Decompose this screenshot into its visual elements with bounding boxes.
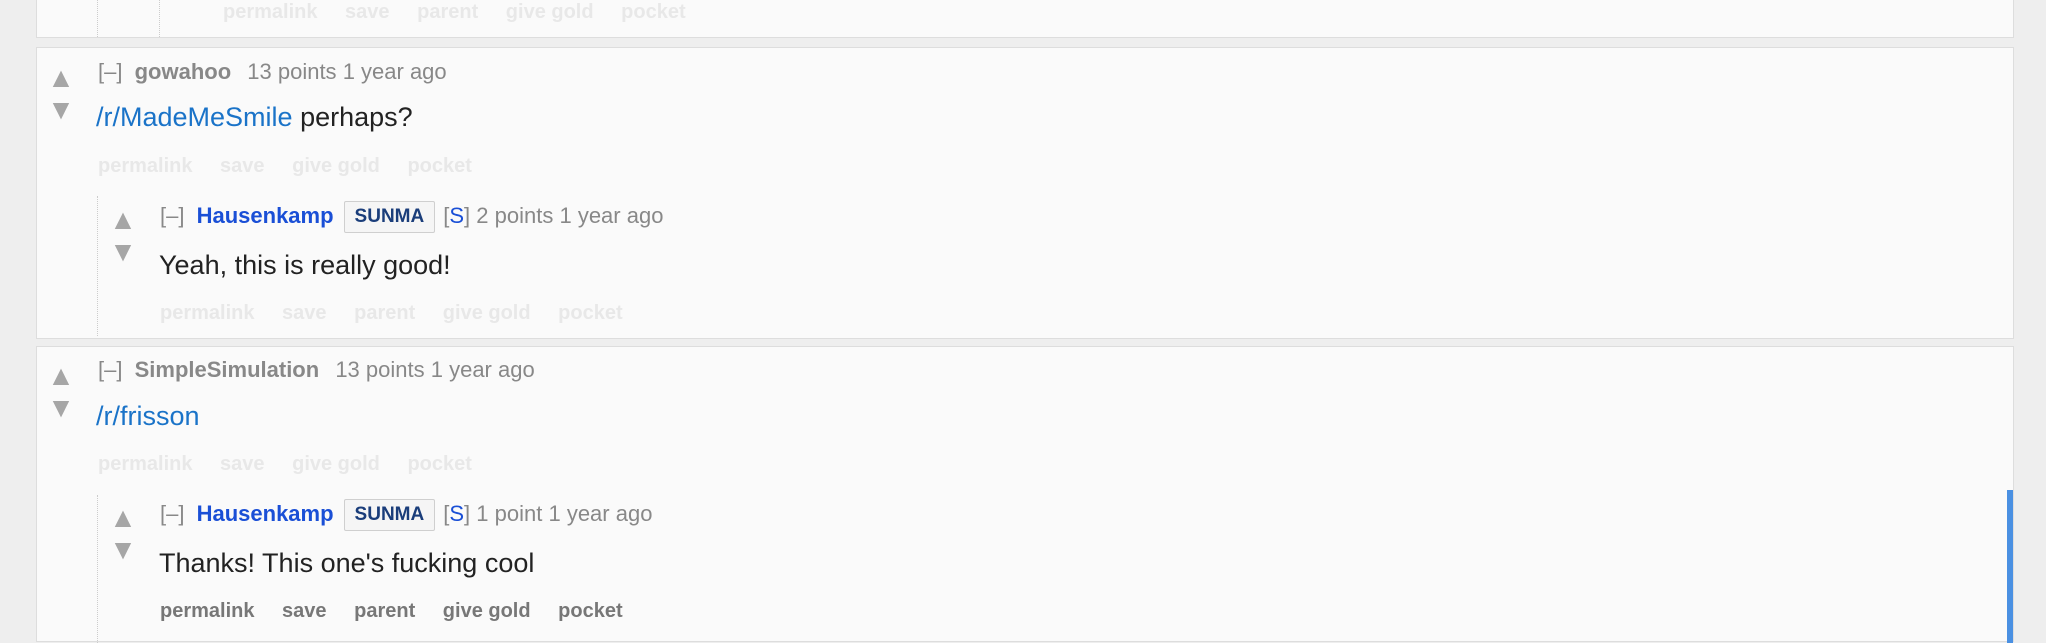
upvote-icon[interactable]: ▲ [47,64,75,92]
downvote-icon[interactable]: ▼ [47,394,75,422]
comment-text: perhaps? [292,102,413,132]
submitter-link[interactable]: S [449,501,464,526]
user-flair: SUNMA [343,201,436,233]
reply-body: Thanks! This one's fucking cool [159,548,535,578]
parent-button[interactable]: parent [354,600,415,622]
give-gold-button[interactable]: give gold [506,1,594,23]
downvote-icon[interactable]: ▼ [47,96,75,124]
downvote-icon[interactable]: ▼ [109,238,137,266]
pocket-button[interactable]: pocket [407,155,471,177]
comment-body: /r/frisson [96,399,200,433]
permalink-button[interactable]: permalink [160,302,254,324]
upvote-icon[interactable]: ▲ [109,504,137,532]
comment-body: /r/MadeMeSmile perhaps? [96,100,413,134]
collapse-toggle[interactable]: [–] [160,203,184,228]
give-gold-button[interactable]: give gold [443,302,531,324]
timestamp[interactable]: 1 year ago [548,501,652,526]
save-button[interactable]: save [220,155,265,177]
author-link[interactable]: Hausenkamp [197,203,334,228]
submitter-link[interactable]: S [449,203,464,228]
comment-tagline: [–] gowahoo 13 points 1 year ago [98,58,447,86]
previous-comment-card: permalink save parent give gold pocket [36,0,2014,38]
submitter-marker: [S] [443,500,471,526]
upvote-icon[interactable]: ▲ [47,362,75,390]
comment-card: ▲ ▼ [–] SimpleSimulation 13 points 1 yea… [36,346,2014,643]
give-gold-button[interactable]: give gold [292,453,380,475]
timestamp[interactable]: 1 year ago [431,357,535,382]
subreddit-link[interactable]: /r/frisson [96,401,200,431]
save-button[interactable]: save [220,453,265,475]
action-buttons: permalink save parent give gold pocket [160,300,645,326]
reply-body: Yeah, this is really good! [159,250,451,280]
score: 1 point [476,500,543,526]
save-button[interactable]: save [345,1,390,23]
collapse-toggle[interactable]: [–] [160,501,184,526]
downvote-icon[interactable]: ▼ [109,536,137,564]
action-buttons: permalink save parent give gold pocket [223,0,708,25]
score: 13 points [247,59,337,84]
author-link[interactable]: SimpleSimulation [135,357,320,382]
thread-line [97,0,98,37]
give-gold-button[interactable]: give gold [292,155,380,177]
give-gold-button[interactable]: give gold [443,600,531,622]
author-link[interactable]: gowahoo [135,59,232,84]
pocket-button[interactable]: pocket [621,1,685,23]
comment-card: ▲ ▼ [–] gowahoo 13 points 1 year ago /r/… [36,47,2014,339]
action-buttons: permalink save give gold pocket [98,153,494,179]
pocket-button[interactable]: pocket [558,302,622,324]
action-buttons: permalink save parent give gold pocket [160,598,645,624]
collapse-toggle[interactable]: [–] [98,357,122,382]
pocket-button[interactable]: pocket [558,600,622,622]
pocket-button[interactable]: pocket [407,453,471,475]
submitter-marker: [S] [443,202,471,228]
highlight-bar [2007,490,2013,643]
reply-tagline: [–] Hausenkamp SUNMA [S] 1 point 1 year ag… [160,499,652,531]
thread-line [97,196,98,336]
thread-line [159,0,160,37]
permalink-button[interactable]: permalink [160,600,254,622]
timestamp[interactable]: 1 year ago [559,203,663,228]
parent-button[interactable]: parent [417,1,478,23]
user-flair: SUNMA [343,499,436,531]
collapse-toggle[interactable]: [–] [98,59,122,84]
score: 2 points [476,202,554,228]
permalink-button[interactable]: permalink [98,453,192,475]
save-button[interactable]: save [282,600,327,622]
permalink-button[interactable]: permalink [223,1,317,23]
reply-tagline: [–] Hausenkamp SUNMA [S] 2 points 1 year a… [160,201,663,233]
thread-line [97,495,98,643]
upvote-icon[interactable]: ▲ [109,206,137,234]
parent-button[interactable]: parent [354,302,415,324]
save-button[interactable]: save [282,302,327,324]
permalink-button[interactable]: permalink [98,155,192,177]
comment-tagline: [–] SimpleSimulation 13 points 1 year ag… [98,356,535,384]
timestamp[interactable]: 1 year ago [343,59,447,84]
action-buttons: permalink save give gold pocket [98,451,494,477]
author-link[interactable]: Hausenkamp [197,501,334,526]
score: 13 points [335,357,425,382]
subreddit-link[interactable]: /r/MadeMeSmile [96,102,293,132]
